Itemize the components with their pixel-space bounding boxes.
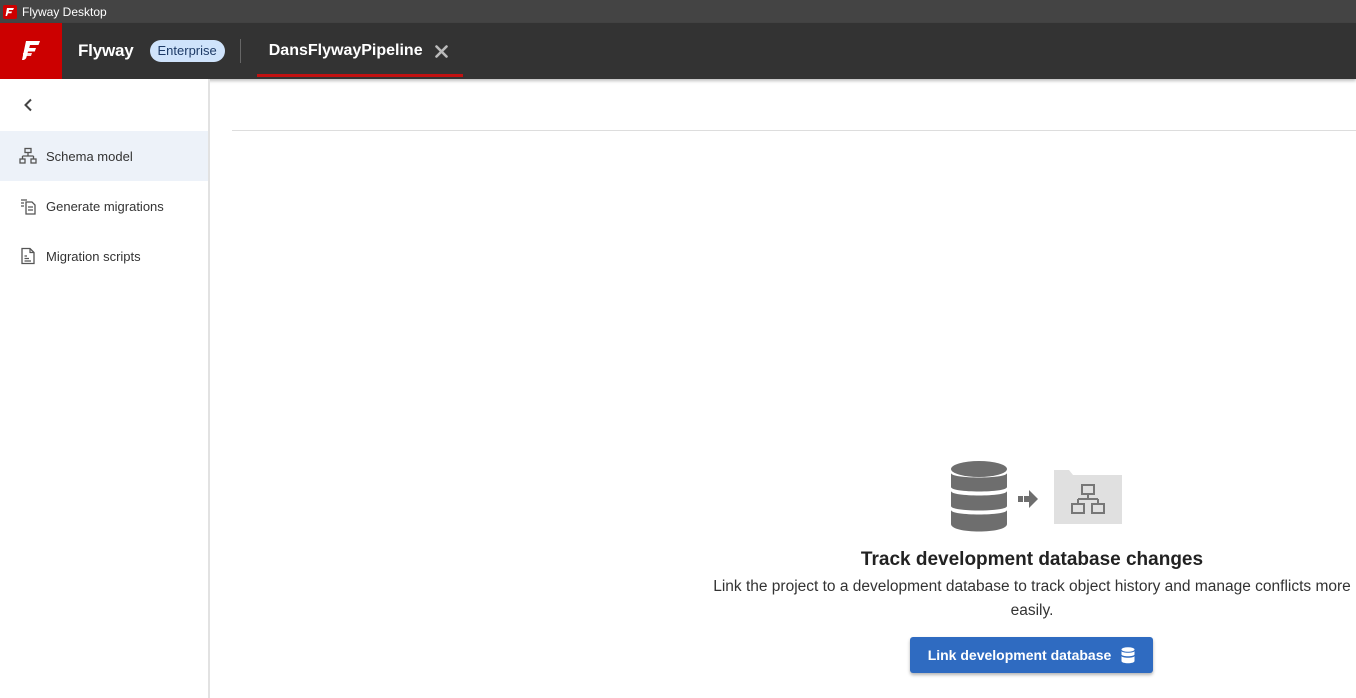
sidebar-item-label: Generate migrations	[46, 198, 164, 214]
link-development-database-button[interactable]: Link development database	[910, 637, 1153, 673]
sidebar-item-label: Schema model	[46, 148, 133, 164]
app-header: Flyway Enterprise DansFlywayPipeline	[0, 23, 1356, 79]
main-content: Track development database changes Link …	[210, 79, 1356, 698]
chevron-left-icon	[24, 98, 32, 112]
database-icon	[1121, 646, 1135, 663]
flyway-app-icon	[3, 4, 17, 19]
generate-migrations-icon	[19, 197, 37, 215]
link-database-illustration	[951, 461, 1122, 532]
arrow-right-icon	[1018, 490, 1038, 508]
close-icon	[434, 44, 448, 58]
tab-project[interactable]: DansFlywayPipeline	[256, 23, 463, 79]
content-divider	[232, 130, 1356, 131]
flyway-logo[interactable]	[0, 23, 62, 79]
migration-scripts-icon	[19, 247, 37, 265]
schema-model-icon	[19, 147, 37, 165]
sidebar-item-migration-scripts[interactable]: Migration scripts	[0, 231, 208, 281]
flyway-logo-icon	[22, 41, 40, 60]
schema-folder-icon	[1054, 470, 1122, 524]
empty-state-description: Link the project to a development databa…	[713, 578, 1351, 619]
sidebar: Schema model Generate migrations Migrati…	[0, 79, 210, 698]
button-label: Link development database	[927, 647, 1112, 663]
brand-name: Flyway	[78, 41, 134, 60]
empty-state-title: Track development database changes	[860, 549, 1204, 570]
project-tab-label: DansFlywayPipeline	[268, 42, 423, 59]
window-title: Flyway Desktop	[22, 4, 107, 19]
sidebar-item-schema-model[interactable]: Schema model	[0, 131, 208, 181]
close-tab-button[interactable]	[434, 44, 449, 58]
collapse-sidebar-button[interactable]	[18, 95, 38, 115]
sidebar-item-generate-migrations[interactable]: Generate migrations	[0, 181, 208, 231]
edition-badge: Enterprise	[149, 40, 225, 62]
database-icon	[951, 461, 1007, 532]
header-divider	[239, 39, 241, 63]
window-title-bar: Flyway Desktop	[0, 0, 1356, 23]
sidebar-item-label: Migration scripts	[46, 248, 141, 264]
